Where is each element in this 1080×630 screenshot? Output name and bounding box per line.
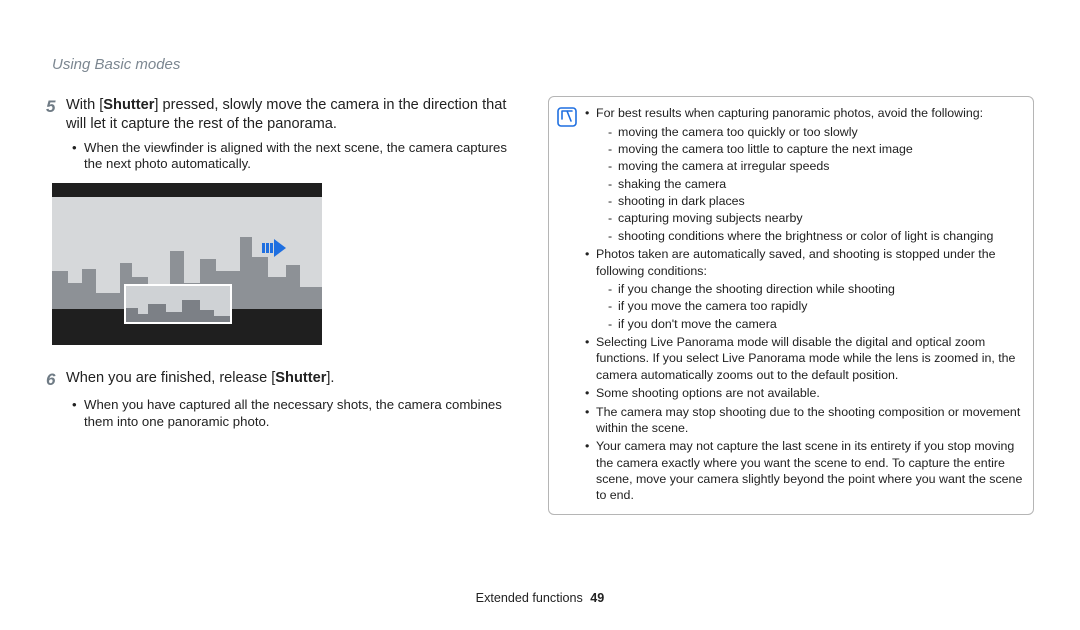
panorama-illustration xyxy=(52,183,322,345)
note-subitem: moving the camera too little to capture … xyxy=(608,141,1023,157)
note-sublist: if you change the shooting direction whi… xyxy=(596,281,1023,332)
page-footer: Extended functions 49 xyxy=(0,590,1080,606)
note-subitem: shooting in dark places xyxy=(608,193,1023,209)
pano-thumbnail-frame xyxy=(124,284,232,324)
note-list: For best results when capturing panorami… xyxy=(585,105,1023,504)
step-number: 5 xyxy=(46,96,66,118)
step-text-c: ]. xyxy=(326,370,334,386)
left-column: 5 With [Shutter] pressed, slowly move th… xyxy=(46,96,520,441)
pano-thumb-city xyxy=(126,286,230,322)
step-text-a: With [ xyxy=(66,97,103,113)
note-subitem: shaking the camera xyxy=(608,176,1023,192)
note-box: For best results when capturing panorami… xyxy=(548,96,1034,515)
section-title: Using Basic modes xyxy=(52,55,1034,74)
note-item: Photos taken are automatically saved, an… xyxy=(585,246,1023,332)
page-number: 49 xyxy=(590,591,604,605)
note-content: For best results when capturing panorami… xyxy=(585,105,1023,506)
note-sublist: moving the camera too quickly or too slo… xyxy=(596,124,1023,245)
note-subitem: shooting conditions where the brightness… xyxy=(608,228,1023,244)
right-column: For best results when capturing panorami… xyxy=(548,96,1034,515)
page: Using Basic modes 5 With [Shutter] press… xyxy=(0,0,1080,630)
note-subitem: if you don't move the camera xyxy=(608,316,1023,332)
step-5-sub: When the viewfinder is aligned with the … xyxy=(46,140,520,174)
step-5: 5 With [Shutter] pressed, slowly move th… xyxy=(46,96,520,133)
step-text-bold: Shutter xyxy=(103,97,154,113)
note-subitem: moving the camera too quickly or too slo… xyxy=(608,124,1023,140)
note-item: Your camera may not capture the last sce… xyxy=(585,438,1023,504)
step-number: 6 xyxy=(46,369,66,391)
note-subitem: moving the camera at irregular speeds xyxy=(608,158,1023,174)
note-subitem: capturing moving subjects nearby xyxy=(608,210,1023,226)
note-subitem: if you move the camera too rapidly xyxy=(608,298,1023,314)
step-body: When you are finished, release [Shutter]… xyxy=(66,369,334,388)
content-columns: 5 With [Shutter] pressed, slowly move th… xyxy=(46,96,1034,515)
step-text-bold: Shutter xyxy=(275,370,326,386)
note-item-text: Photos taken are automatically saved, an… xyxy=(596,247,996,277)
footer-label: Extended functions xyxy=(476,591,583,605)
note-item-text: For best results when capturing panorami… xyxy=(596,106,983,120)
step-text-a: When you are finished, release [ xyxy=(66,370,275,386)
note-item: The camera may stop shooting due to the … xyxy=(585,404,1023,437)
step-6-sub-item: When you have captured all the necessary… xyxy=(72,397,520,431)
step-body: With [Shutter] pressed, slowly move the … xyxy=(66,96,520,133)
note-icon xyxy=(557,107,577,127)
note-item: For best results when capturing panorami… xyxy=(585,105,1023,244)
step-6: 6 When you are finished, release [Shutte… xyxy=(46,369,520,391)
step-5-sub-item: When the viewfinder is aligned with the … xyxy=(72,140,520,174)
direction-arrow-icon xyxy=(262,239,286,257)
note-subitem: if you change the shooting direction whi… xyxy=(608,281,1023,297)
note-item: Some shooting options are not available. xyxy=(585,385,1023,401)
step-6-sub: When you have captured all the necessary… xyxy=(46,397,520,431)
note-item: Selecting Live Panorama mode will disabl… xyxy=(585,334,1023,383)
